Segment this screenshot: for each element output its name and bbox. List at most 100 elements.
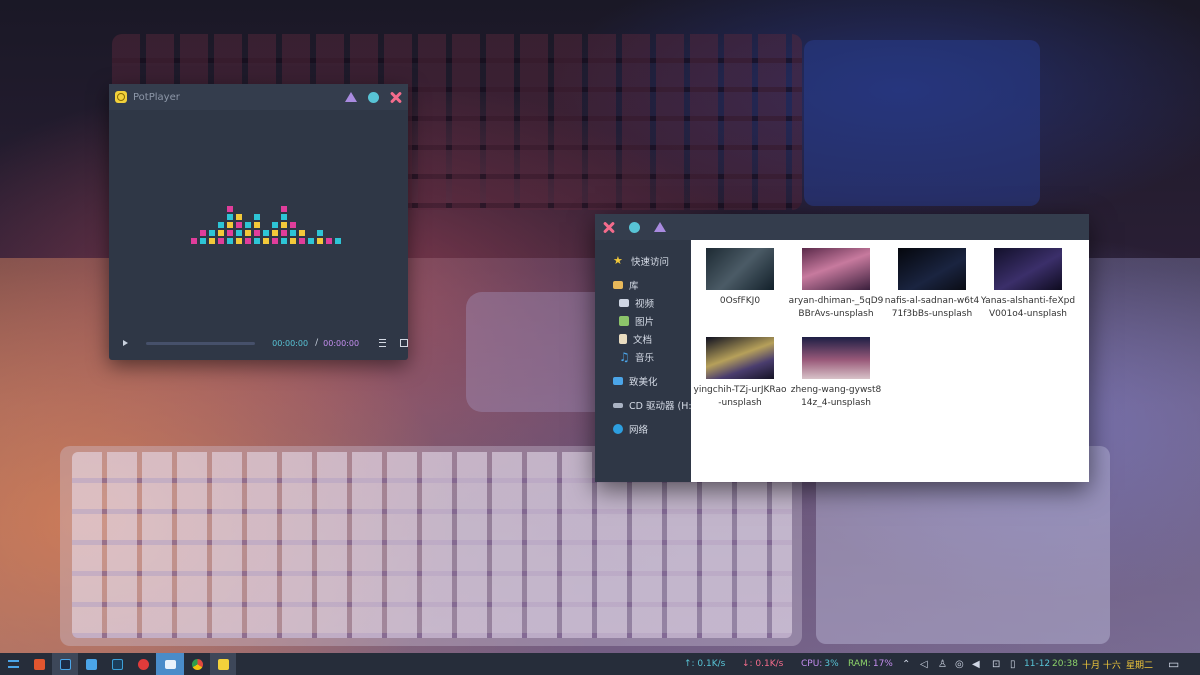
visualizer-block [236,238,242,244]
file-item[interactable]: Yanas-alshanti-feXpdV001o4-unsplash [980,248,1076,320]
date: 11-12 [1024,659,1051,669]
visualizer-block [254,222,260,228]
visualizer-block [281,238,287,244]
potplayer-title: PotPlayer [133,91,180,103]
photoshop-icon [59,658,71,670]
nav-music[interactable]: ♫ 音乐 [619,350,654,364]
headset-icon[interactable]: ◎ [955,653,964,675]
download-speed: ↓: 0.1K/s [742,659,784,669]
visualizer-block [299,230,305,236]
picture-icon [619,316,629,326]
file-item[interactable]: 0OsfFKJ0 [692,248,788,308]
taskbar-netease-music[interactable] [130,653,156,675]
visualizer-block [290,238,296,244]
visualizer-block [227,214,233,220]
office-icon [33,658,45,670]
taskbar-notepad[interactable] [78,653,104,675]
notification-icon[interactable]: ▭ [1168,653,1179,675]
time-separator: / [315,338,319,348]
volume-icon[interactable]: ◀ [972,653,980,675]
nav-library[interactable]: 库 [613,278,639,292]
visualizer-block [227,230,233,236]
visualizer-block [308,238,314,244]
document-icon [619,334,627,344]
taskbar-file-explorer[interactable] [156,653,184,675]
folder-icon [613,281,623,289]
visualizer-block [263,238,269,244]
visualizer-block [290,222,296,228]
weekday: 星期二 [1126,660,1154,671]
chevron-up-icon[interactable]: ⌃ [902,653,910,675]
cd-drive-icon [613,402,623,408]
file-list: 0OsfFKJ0 aryan-dhiman-_5qD9BBrAvs-unspla… [691,240,1089,482]
taskbar-terminal[interactable] [104,653,130,675]
visualizer-block [290,230,296,236]
file-explorer-window[interactable]: ★ 快速访问 库 视频 图片 文档 ♫ 音乐 致美化 CD 驱动器 (H:) 网… [595,214,1089,482]
maximize-button[interactable] [368,91,379,103]
cpu-usage: CPU: 3% [801,659,839,669]
nav-this-pc[interactable]: 致美化 [613,374,658,388]
potplayer-icon [217,658,229,670]
file-item[interactable]: nafis-al-sadnan-w6t471f3bBs-unsplash [884,248,980,320]
visualizer-block [281,222,287,228]
playlist-icon[interactable] [379,339,387,347]
visualizer-block [254,230,260,236]
visualizer-block [245,230,251,236]
visualizer-block [191,238,197,244]
thumbnail-image [706,248,774,290]
thumbnail-image [706,337,774,379]
menu-icon [7,660,19,668]
playback-controls: 00:00:00 / 00:00:00 [109,334,408,352]
navigation-pane: ★ 快速访问 库 视频 图片 文档 ♫ 音乐 致美化 CD 驱动器 (H:) 网… [595,240,695,482]
visualizer-block [236,230,242,236]
file-item[interactable]: yingchih-TZj-urJKRao-unsplash [692,337,788,409]
nav-quick-access[interactable]: ★ 快速访问 [613,254,669,268]
tray-icon-1[interactable]: ◁ [920,653,928,675]
qq-icon[interactable]: ♙ [938,653,947,675]
lunar-date: 十月 十六 [1082,660,1121,671]
ram-usage: RAM: 17% [848,659,893,669]
visualizer-block [317,238,323,244]
potplayer-titlebar[interactable]: PotPlayer [109,84,408,110]
visualizer-block [218,222,224,228]
current-time: 00:00:00 [272,338,309,348]
explorer-minimize-button[interactable] [654,222,666,232]
visualizer-block [209,230,215,236]
explorer-maximize-button[interactable] [629,221,640,233]
explorer-titlebar[interactable] [595,214,1089,240]
visualizer-block [245,222,251,228]
file-explorer-icon [164,659,176,669]
taskbar-photoshop[interactable] [52,653,78,675]
nav-network[interactable]: 网络 [613,422,648,436]
network-tray-icon[interactable]: ⊡ [992,653,1000,675]
visualizer-block [326,238,332,244]
video-icon [619,299,629,307]
potplayer-window[interactable]: PotPlayer 00:00:00 / 00:00:00 [109,84,408,360]
minimize-button[interactable] [345,92,357,102]
notepad-icon [85,658,97,670]
explorer-close-button[interactable] [603,221,615,233]
terminal-icon [111,658,123,670]
nav-cd-drive[interactable]: CD 驱动器 (H:) [613,398,695,412]
nav-videos[interactable]: 视频 [619,296,654,310]
taskbar-office[interactable] [26,653,52,675]
taskbar-chrome[interactable] [184,653,210,675]
nav-pictures[interactable]: 图片 [619,314,654,328]
fullscreen-icon[interactable] [400,339,408,347]
seek-bar[interactable] [146,341,256,345]
visualizer-block [200,230,206,236]
start-menu-button[interactable] [0,653,26,675]
audio-visualizer [191,198,341,244]
thumbnail-image [802,248,870,290]
file-item[interactable]: aryan-dhiman-_5qD9BBrAvs-unsplash [788,248,884,320]
wallpaper-trackpad-dark [804,40,1040,206]
taskbar-potplayer[interactable] [210,653,236,675]
file-item[interactable]: zheng-wang-gywst814z_4-unsplash [788,337,884,409]
visualizer-block [281,230,287,236]
nav-documents[interactable]: 文档 [619,332,652,346]
visualizer-block [281,206,287,212]
battery-icon[interactable]: ▯ [1010,653,1016,675]
play-button[interactable] [123,340,128,346]
total-time: 00:00:00 [323,338,360,348]
close-button[interactable] [390,91,402,103]
